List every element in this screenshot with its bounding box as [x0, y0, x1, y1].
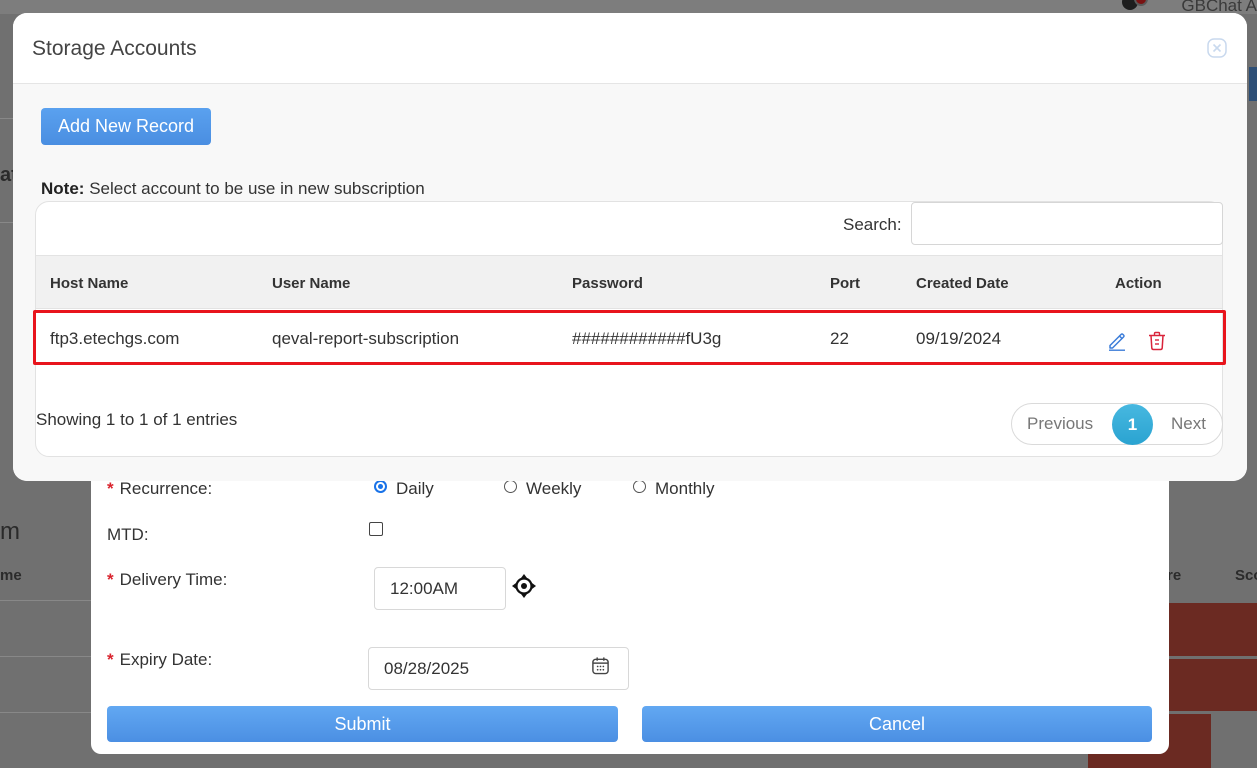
column-host-name[interactable]: Host Name	[50, 275, 128, 292]
expiry-date-input[interactable]: 08/28/2025	[368, 647, 629, 690]
top-bar	[0, 0, 1257, 14]
recurrence-label: * Recurrence:	[107, 479, 213, 498]
background-table-header: re	[1167, 567, 1182, 584]
column-action: Action	[1115, 275, 1162, 292]
column-user-name[interactable]: User Name	[272, 275, 350, 292]
calendar-icon[interactable]	[591, 656, 610, 675]
background-heading: m	[0, 518, 20, 545]
modal-title: Storage Accounts	[32, 37, 197, 60]
mtd-checkbox[interactable]	[369, 522, 383, 536]
entries-info: Showing 1 to 1 of 1 entries	[36, 410, 238, 429]
radio-weekly-label: Weekly	[526, 479, 582, 498]
divider	[0, 600, 92, 601]
add-new-record-button[interactable]: Add New Record	[41, 108, 211, 145]
radio-daily[interactable]	[374, 480, 387, 493]
radio-daily-label: Daily	[396, 479, 434, 498]
radio-monthly-label: Monthly	[655, 479, 715, 498]
expiry-date-label: * Expiry Date:	[107, 650, 213, 669]
previous-page-button[interactable]: Previous	[1027, 414, 1093, 434]
search-label: Search:	[843, 215, 902, 234]
time-picker-icon[interactable]	[512, 574, 536, 598]
column-password[interactable]: Password	[572, 275, 643, 292]
selected-row-highlight	[33, 310, 1226, 365]
submit-button[interactable]: Submit	[107, 706, 618, 742]
modal-header: Storage Accounts	[13, 13, 1247, 84]
cancel-button[interactable]: Cancel	[642, 706, 1152, 742]
delivery-time-label: * Delivery Time:	[107, 570, 228, 589]
background-button	[1249, 67, 1257, 101]
search-input[interactable]	[911, 202, 1223, 245]
delivery-time-input[interactable]: 12:00AM	[374, 567, 506, 610]
mtd-label: MTD:	[107, 525, 149, 544]
status-cell	[1169, 659, 1257, 711]
divider	[0, 656, 92, 657]
column-created-date[interactable]: Created Date	[916, 275, 1009, 292]
status-cell	[1169, 603, 1257, 656]
divider	[0, 712, 92, 713]
background-table-header: me	[0, 567, 22, 584]
radio-monthly[interactable]	[633, 480, 646, 493]
radio-weekly[interactable]	[504, 480, 517, 493]
background-table-header: Sco	[1235, 567, 1257, 584]
page-1-button[interactable]: 1	[1112, 404, 1153, 445]
column-port[interactable]: Port	[830, 275, 860, 292]
storage-accounts-modal: Storage Accounts Add New Record Note: Se…	[13, 13, 1247, 481]
close-icon[interactable]	[1207, 38, 1227, 58]
note-text: Note: Select account to be use in new su…	[41, 179, 425, 198]
next-page-button[interactable]: Next	[1171, 414, 1206, 434]
